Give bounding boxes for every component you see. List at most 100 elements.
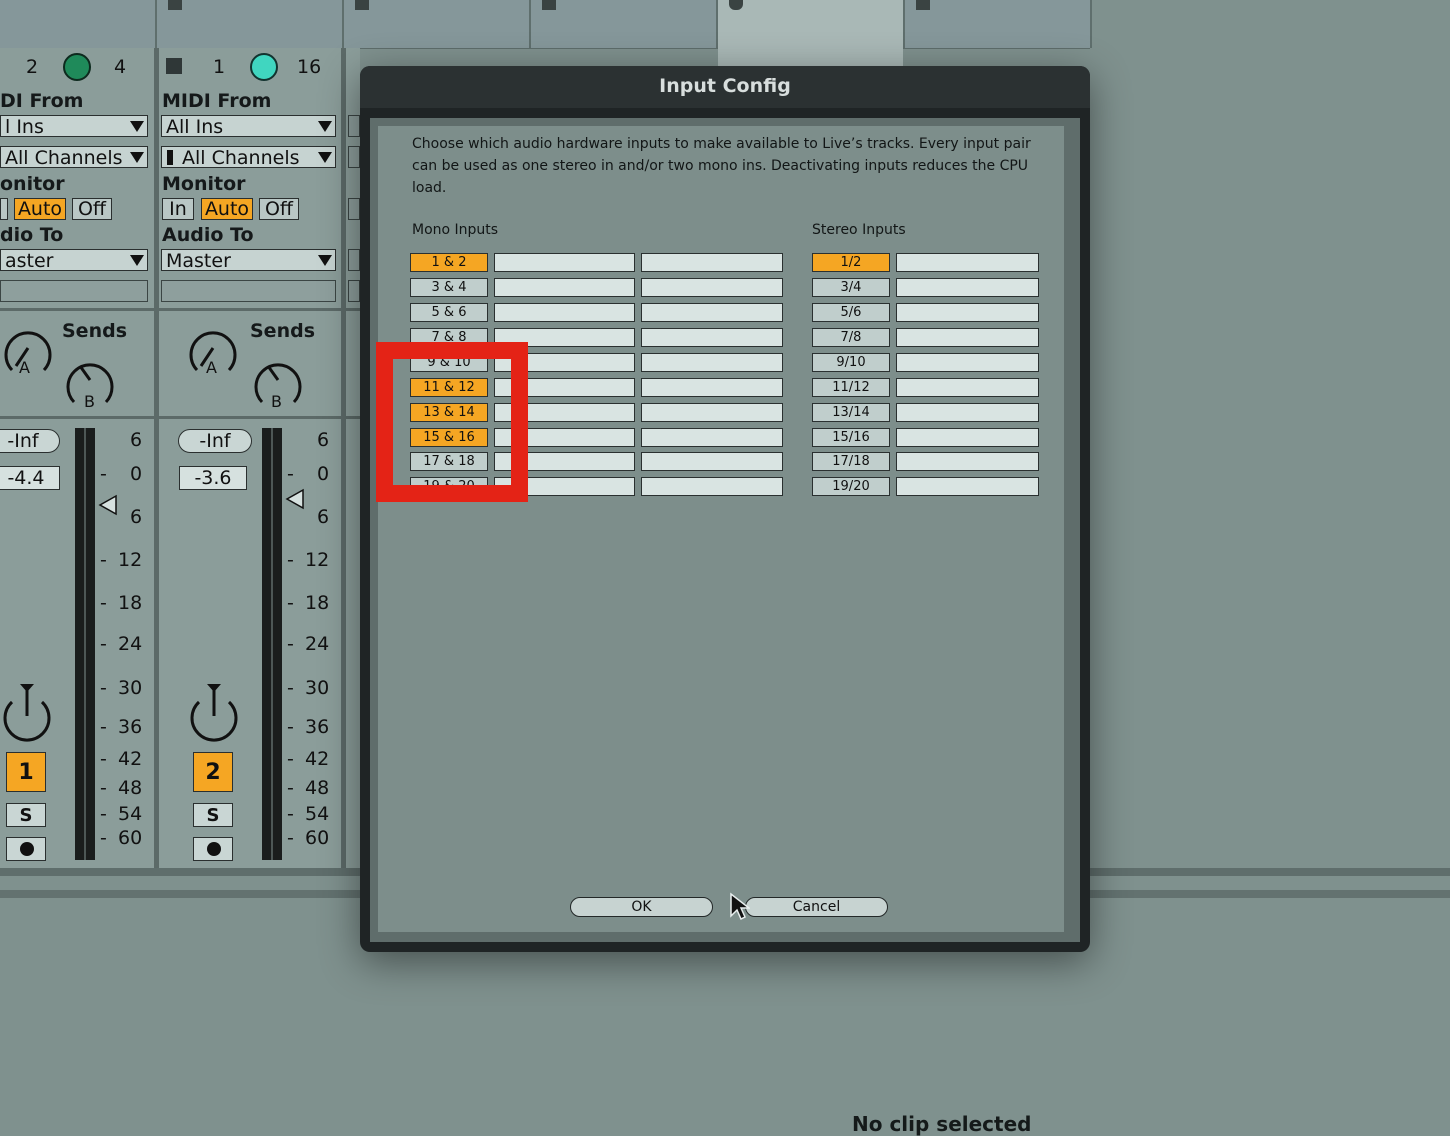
volume-value[interactable]: -3.6 <box>179 466 247 490</box>
stereo-input-toggle[interactable]: 19/20 <box>812 477 890 496</box>
monitor-off-button[interactable]: Off <box>259 198 299 220</box>
track-divider <box>341 48 346 870</box>
mono-input-name-field[interactable] <box>641 428 783 447</box>
dropdown-value: Master <box>166 250 231 271</box>
track-activator-button[interactable]: 1 <box>6 752 46 792</box>
mono-input-name-field[interactable] <box>641 303 783 322</box>
clip-slot-cell-selected[interactable] <box>718 0 905 48</box>
stereo-input-name-field[interactable] <box>896 403 1039 422</box>
monitor-in-button[interactable] <box>0 198 8 220</box>
meter-scale-tick: 36 <box>118 716 143 738</box>
stop-icon[interactable] <box>166 58 182 74</box>
dropdown-value: l Ins <box>5 116 44 137</box>
stereo-input-toggle[interactable]: 17/18 <box>812 452 890 471</box>
stereo-input-toggle[interactable]: 13/14 <box>812 403 890 422</box>
volume-fader-arrow-icon[interactable] <box>98 494 118 516</box>
partial-track-dropdown[interactable] <box>348 249 360 271</box>
clip-slot-cell[interactable] <box>344 0 531 48</box>
record-arm-button[interactable] <box>6 837 46 861</box>
clip-slot-cell[interactable] <box>905 0 1092 48</box>
mono-input-name-field[interactable] <box>641 328 783 347</box>
mono-input-toggle[interactable]: 5 & 6 <box>410 303 488 322</box>
mono-input-name-field[interactable] <box>641 353 783 372</box>
clip-slot-cell[interactable] <box>531 0 718 48</box>
monitor-auto-button[interactable]: Auto <box>14 198 66 220</box>
input-level-knob-icon[interactable] <box>249 52 279 82</box>
peak-level-display[interactable]: -Inf <box>0 429 60 453</box>
stereo-input-toggle[interactable]: 5/6 <box>812 303 890 322</box>
partial-track-dropdown[interactable] <box>348 146 360 168</box>
stereo-input-toggle[interactable]: 11/12 <box>812 378 890 397</box>
mono-input-toggle[interactable]: 3 & 4 <box>410 278 488 297</box>
mono-input-name-field[interactable] <box>494 253 635 272</box>
audio-to-dropdown[interactable]: Master <box>161 249 336 271</box>
monitor-auto-button[interactable]: Auto <box>201 198 253 220</box>
stereo-input-name-field[interactable] <box>896 328 1039 347</box>
output-channel-box[interactable] <box>0 280 148 302</box>
partial-track-box[interactable] <box>348 280 360 302</box>
mono-input-name-field[interactable] <box>494 303 635 322</box>
stereo-input-toggle[interactable]: 15/16 <box>812 428 890 447</box>
output-channel-box[interactable] <box>161 280 336 302</box>
midi-from-dropdown[interactable]: All Ins <box>161 115 336 137</box>
peak-level-display[interactable]: -Inf <box>178 429 252 453</box>
dialog-title[interactable]: Input Config <box>360 66 1090 108</box>
midi-channel-dropdown[interactable]: All Channels <box>0 146 148 168</box>
partial-track-dropdown[interactable] <box>348 115 360 137</box>
volume-fader-arrow-icon[interactable] <box>285 488 305 510</box>
stereo-input-toggle[interactable]: 1/2 <box>812 253 890 272</box>
stereo-input-name-field[interactable] <box>896 253 1039 272</box>
stereo-input-name-field[interactable] <box>896 477 1039 496</box>
partial-track-button[interactable] <box>348 198 360 220</box>
clip-play-icon[interactable] <box>729 0 743 10</box>
monitor-off-button[interactable]: Off <box>72 198 112 220</box>
solo-button[interactable]: S <box>6 803 46 827</box>
stereo-input-toggle[interactable]: 9/10 <box>812 353 890 372</box>
mono-input-name-field[interactable] <box>641 452 783 471</box>
mono-input-toggle[interactable]: 1 & 2 <box>410 253 488 272</box>
mono-input-name-field[interactable] <box>641 477 783 496</box>
meter-scale-tick: 48 <box>118 777 143 799</box>
record-arm-button[interactable] <box>193 837 233 861</box>
clip-stop-icon[interactable] <box>355 0 369 10</box>
cancel-button[interactable]: Cancel <box>745 897 888 917</box>
meter-scale-tick: 30 <box>118 677 143 699</box>
clip-stop-icon[interactable] <box>916 0 930 10</box>
stereo-input-name-field[interactable] <box>896 428 1039 447</box>
stereo-input-toggle[interactable]: 7/8 <box>812 328 890 347</box>
meter-scale-tick: - <box>287 748 294 770</box>
section-divider <box>0 416 360 419</box>
track-activator-button[interactable]: 2 <box>193 752 233 792</box>
pan-knob-icon[interactable] <box>0 680 54 742</box>
ok-button[interactable]: OK <box>570 897 713 917</box>
pan-knob-icon[interactable] <box>187 680 241 742</box>
meter-scale-tick: 12 <box>305 549 330 571</box>
stereo-input-name-field[interactable] <box>896 278 1039 297</box>
clip-slot-cell[interactable] <box>0 0 157 48</box>
audio-to-dropdown[interactable]: aster <box>0 249 148 271</box>
mono-input-name-field[interactable] <box>494 278 635 297</box>
meter-scale-tick: - <box>100 803 107 825</box>
mono-input-name-field[interactable] <box>641 253 783 272</box>
meter-scale-tick: - <box>287 592 294 614</box>
sends-label: Sends <box>250 320 316 342</box>
stereo-input-name-field[interactable] <box>896 378 1039 397</box>
volume-value[interactable]: -4.4 <box>0 466 60 490</box>
midi-channel-dropdown[interactable]: All Channels <box>161 146 336 168</box>
stereo-input-toggle[interactable]: 3/4 <box>812 278 890 297</box>
mono-input-name-field[interactable] <box>641 403 783 422</box>
monitor-in-button[interactable]: In <box>162 198 194 220</box>
clip-stop-icon[interactable] <box>542 0 556 10</box>
stereo-input-name-field[interactable] <box>896 353 1039 372</box>
stereo-input-name-field[interactable] <box>896 303 1039 322</box>
mono-input-name-field[interactable] <box>641 278 783 297</box>
input-level-knob-icon[interactable] <box>62 52 92 82</box>
clip-slot-cell[interactable] <box>157 0 344 48</box>
mono-input-name-field[interactable] <box>641 378 783 397</box>
stereo-input-name-field[interactable] <box>896 452 1039 471</box>
midi-from-dropdown[interactable]: l Ins <box>0 115 148 137</box>
solo-button[interactable]: S <box>193 803 233 827</box>
meter-scale-tick: - <box>100 677 107 699</box>
meter-scale-tick: - <box>100 633 107 655</box>
clip-stop-icon[interactable] <box>168 0 182 10</box>
